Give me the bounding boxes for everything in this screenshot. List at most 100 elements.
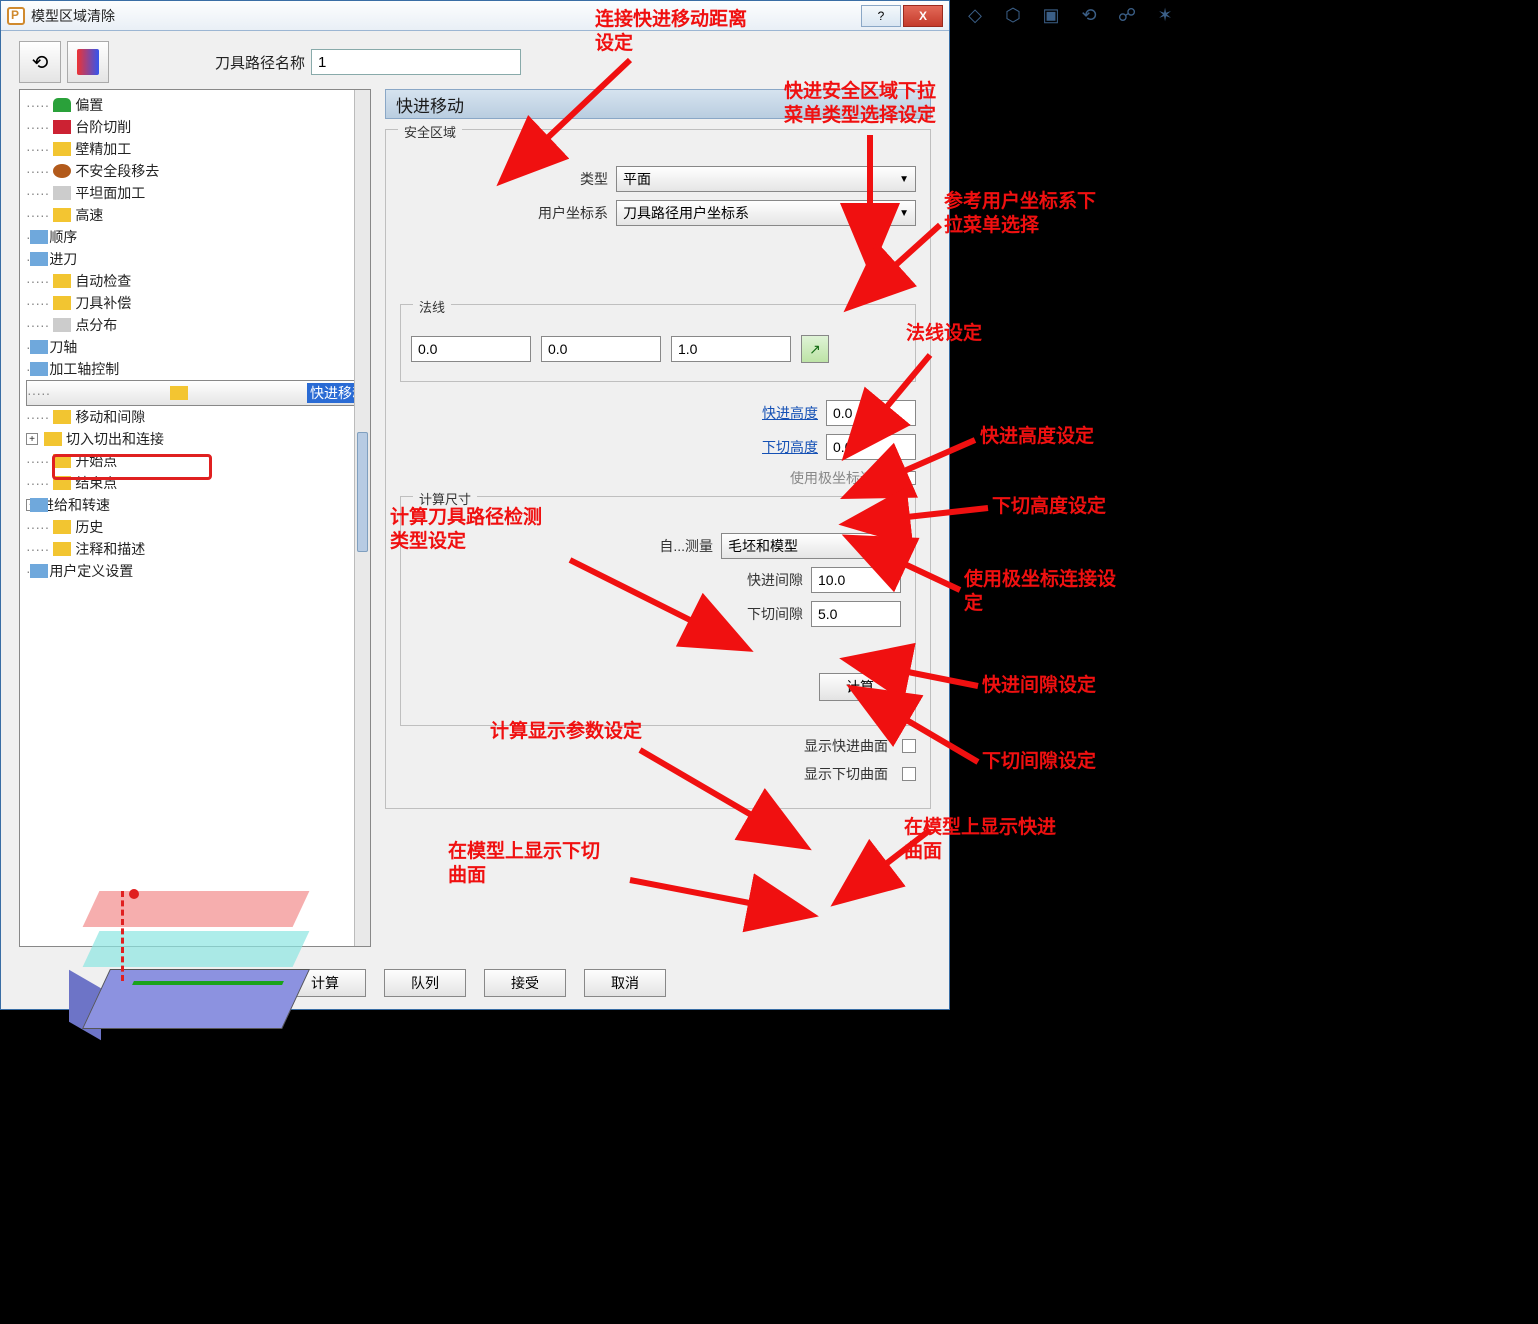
tree-item-label: 自动检查 bbox=[75, 271, 131, 291]
tree-item-9[interactable]: ·····刀具补偿 bbox=[26, 292, 370, 314]
toolpath-name-label: 刀具路径名称 bbox=[215, 52, 305, 73]
calc-size-fieldset: 计算尺寸 自...测量 毛坯和模型 ▼ 快进间隙 bbox=[400, 496, 916, 726]
tree-item-14[interactable]: ·····移动和间隙 bbox=[26, 406, 370, 428]
normal-pick-button[interactable]: ↗ bbox=[801, 335, 829, 363]
tree-dash: ····· bbox=[26, 141, 49, 157]
tree-dash: ····· bbox=[26, 295, 49, 311]
ann-8: 快进间隙设定 bbox=[982, 674, 1096, 698]
tree-node-icon bbox=[53, 454, 71, 468]
normal-x-input[interactable] bbox=[411, 336, 531, 362]
tree-item-19[interactable]: ·····历史 bbox=[26, 516, 370, 538]
ext-icon-6[interactable]: ✶ bbox=[1150, 2, 1180, 28]
dialog-cancel-button[interactable]: 取消 bbox=[584, 969, 666, 997]
help-button[interactable]: ? bbox=[861, 5, 901, 27]
safe-area-fieldset: 安全区域 类型 平面 ▼ 用户坐标系 刀具路径用户坐标系 ▼ bbox=[385, 129, 931, 809]
fast-height-input[interactable] bbox=[826, 400, 916, 426]
tree-scrollbar[interactable] bbox=[354, 90, 370, 946]
tree-panel: ·····偏置·····台阶切削·····壁精加工·····不安全段移去····… bbox=[19, 89, 371, 947]
calc-size-legend: 计算尺寸 bbox=[413, 489, 477, 508]
window-title: 模型区域清除 bbox=[31, 6, 861, 26]
type-select[interactable]: 平面 ▼ bbox=[616, 166, 916, 192]
polar-checkbox[interactable] bbox=[902, 471, 916, 485]
tree-item-label: 刀轴 bbox=[49, 337, 77, 357]
tree-node-icon bbox=[53, 142, 71, 156]
tree-node-icon bbox=[53, 476, 71, 490]
tree-item-15[interactable]: +切入切出和连接 bbox=[26, 428, 370, 450]
tree-item-13[interactable]: ·····快进移动 bbox=[26, 380, 370, 406]
close-button[interactable]: X bbox=[903, 5, 943, 27]
tree-dash: ····· bbox=[26, 273, 49, 289]
tree-item-3[interactable]: ·····不安全段移去 bbox=[26, 160, 370, 182]
measure-select[interactable]: 毛坯和模型 ▼ bbox=[721, 533, 901, 559]
tree-item-18[interactable]: +进给和转速 bbox=[26, 494, 370, 516]
fast-height-label[interactable]: 快进高度 bbox=[698, 403, 818, 423]
transform-icon: ⟲ bbox=[32, 50, 49, 75]
expand-icon[interactable]: + bbox=[26, 433, 38, 445]
ann-7: 使用极坐标连接设 定 bbox=[964, 568, 1116, 616]
tree-item-16[interactable]: ·····开始点 bbox=[26, 450, 370, 472]
show-fast-checkbox[interactable] bbox=[902, 739, 916, 753]
plunge-height-input[interactable] bbox=[826, 434, 916, 460]
tree-item-10[interactable]: ·····点分布 bbox=[26, 314, 370, 336]
normal-legend: 法线 bbox=[413, 297, 451, 316]
tree-item-20[interactable]: ·····注释和描述 bbox=[26, 538, 370, 560]
stock-button[interactable] bbox=[67, 41, 109, 83]
tree-item-21[interactable]: ·····用户定义设置 bbox=[26, 560, 370, 582]
safe-area-legend: 安全区域 bbox=[398, 122, 462, 141]
show-fast-label: 显示快进曲面 bbox=[804, 736, 888, 756]
tree-dash: ····· bbox=[26, 163, 49, 179]
titlebar[interactable]: 模型区域清除 ? X bbox=[1, 1, 949, 31]
tree-item-11[interactable]: ·····刀轴 bbox=[26, 336, 370, 358]
ucs-label: 用户坐标系 bbox=[488, 203, 608, 223]
toolpath-name-input[interactable] bbox=[311, 49, 521, 75]
tree-item-label: 顺序 bbox=[49, 227, 77, 247]
ext-icon-5[interactable]: ☍ bbox=[1112, 2, 1142, 28]
external-toolbar: ◇ ⬡ ▣ ⟲ ☍ ✶ bbox=[960, 2, 1180, 28]
tree-dash: ····· bbox=[26, 97, 49, 113]
plunge-height-label[interactable]: 下切高度 bbox=[698, 437, 818, 457]
normal-y-input[interactable] bbox=[541, 336, 661, 362]
ucs-select[interactable]: 刀具路径用户坐标系 ▼ bbox=[616, 200, 916, 226]
tree-item-label: 平坦面加工 bbox=[75, 183, 145, 203]
ann-6: 下切高度设定 bbox=[992, 495, 1106, 519]
stock-icon bbox=[77, 49, 99, 75]
normal-z-input[interactable] bbox=[671, 336, 791, 362]
calc-button[interactable]: 计算 bbox=[819, 673, 901, 701]
ext-icon-1[interactable]: ◇ bbox=[960, 2, 990, 28]
plunge-gap-input[interactable] bbox=[811, 601, 901, 627]
tree-item-label: 进刀 bbox=[49, 249, 77, 269]
transform-button[interactable]: ⟲ bbox=[19, 41, 61, 83]
measure-label: 自...测量 bbox=[659, 536, 713, 556]
tree-item-0[interactable]: ·····偏置 bbox=[26, 94, 370, 116]
tree-node-icon bbox=[53, 410, 71, 424]
tree-node-icon bbox=[53, 98, 71, 112]
dialog-window: 模型区域清除 ? X ⟲ 刀具路径名称 ·····偏置·····台阶切削····… bbox=[0, 0, 950, 1010]
tree-node-icon bbox=[53, 542, 71, 556]
dialog-accept-button[interactable]: 接受 bbox=[484, 969, 566, 997]
plunge-gap-label: 下切间隙 bbox=[747, 604, 803, 624]
tree-item-8[interactable]: ····· 自动检查 bbox=[26, 270, 370, 292]
tree-item-6[interactable]: ·····顺序 bbox=[26, 226, 370, 248]
type-label: 类型 bbox=[488, 169, 608, 189]
fast-gap-label: 快进间隙 bbox=[747, 570, 803, 590]
dialog-queue-button[interactable]: 队列 bbox=[384, 969, 466, 997]
tree-item-17[interactable]: ·····结束点 bbox=[26, 472, 370, 494]
ext-icon-2[interactable]: ⬡ bbox=[998, 2, 1028, 28]
show-plunge-checkbox[interactable] bbox=[902, 767, 916, 781]
tree-item-1[interactable]: ·····台阶切削 bbox=[26, 116, 370, 138]
tree-item-12[interactable]: ·····加工轴控制 bbox=[26, 358, 370, 380]
fast-gap-input[interactable] bbox=[811, 567, 901, 593]
scrollbar-thumb[interactable] bbox=[357, 432, 368, 552]
ext-icon-3[interactable]: ▣ bbox=[1036, 2, 1066, 28]
tree-dash: ····· bbox=[26, 317, 49, 333]
expand-icon[interactable]: + bbox=[26, 499, 38, 511]
tree-item-2[interactable]: ·····壁精加工 bbox=[26, 138, 370, 160]
tree-node-icon bbox=[44, 432, 62, 446]
ext-icon-4[interactable]: ⟲ bbox=[1074, 2, 1104, 28]
tree-item-7[interactable]: ·····进刀 bbox=[26, 248, 370, 270]
tree-node-icon bbox=[53, 318, 71, 332]
tree-item-4[interactable]: ·····平坦面加工 bbox=[26, 182, 370, 204]
tree-node-icon bbox=[53, 296, 71, 310]
tree-item-5[interactable]: ·····高速 bbox=[26, 204, 370, 226]
ucs-select-value: 刀具路径用户坐标系 bbox=[623, 203, 749, 223]
